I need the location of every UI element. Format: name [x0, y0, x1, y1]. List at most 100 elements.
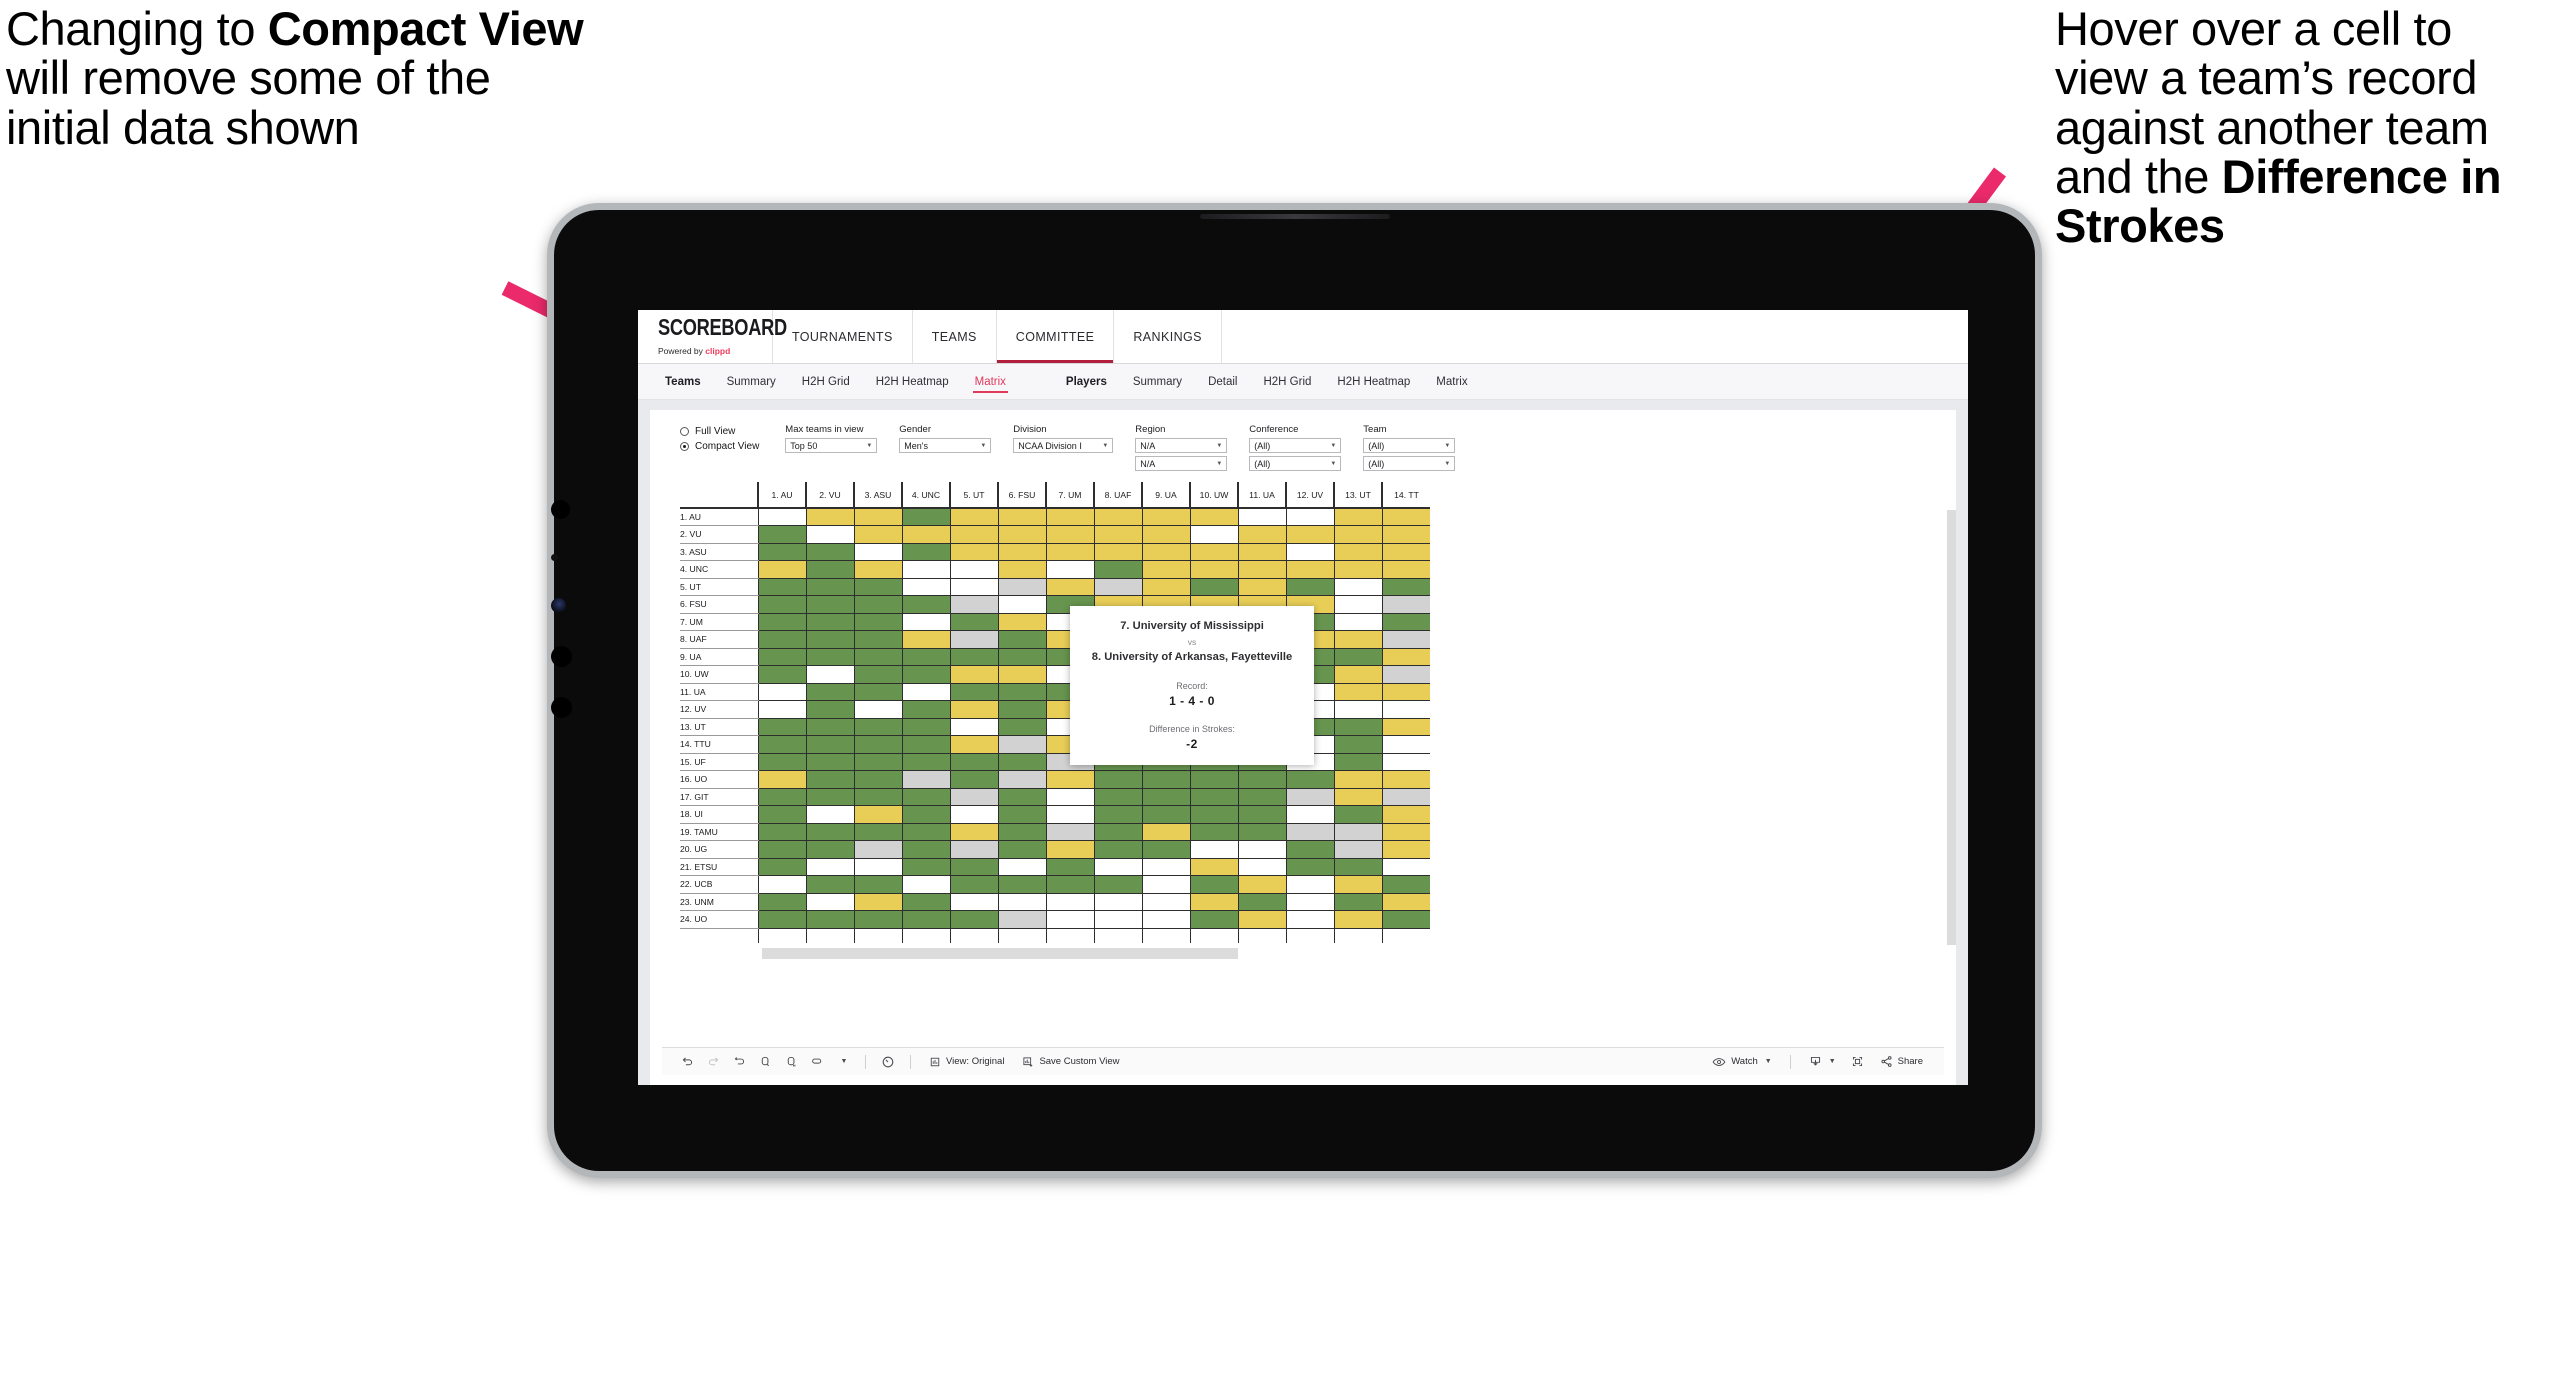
matrix-cell[interactable] — [853, 630, 902, 649]
save-custom-view-button[interactable]: Save Custom View — [1013, 1056, 1128, 1068]
matrix-cell[interactable] — [1285, 805, 1334, 824]
matrix-cell[interactable] — [1237, 508, 1286, 526]
highlight-icon[interactable] — [804, 1051, 830, 1073]
matrix-cell[interactable] — [757, 893, 806, 911]
matrix-cell[interactable] — [1381, 648, 1430, 666]
matrix-cell[interactable] — [901, 595, 950, 614]
matrix-cell[interactable] — [949, 788, 998, 806]
matrix-cell[interactable] — [853, 840, 902, 859]
matrix-cell[interactable] — [1045, 770, 1094, 789]
matrix-cell[interactable] — [1093, 840, 1142, 859]
matrix-cell[interactable] — [757, 578, 806, 596]
matrix-cell[interactable] — [1189, 823, 1238, 841]
matrix-cell[interactable] — [901, 910, 950, 929]
matrix-cell[interactable] — [1381, 805, 1430, 824]
select-team-2[interactable]: (All) ▼ — [1363, 456, 1456, 471]
matrix-cell[interactable] — [1285, 578, 1334, 596]
subnav-players-summary[interactable]: Summary — [1120, 364, 1195, 399]
matrix-cell[interactable] — [1189, 805, 1238, 824]
matrix-cell[interactable] — [853, 718, 902, 736]
matrix-cell[interactable] — [1237, 875, 1286, 894]
matrix-cell[interactable] — [1093, 560, 1142, 579]
matrix-cell[interactable] — [1285, 910, 1334, 929]
matrix-cell[interactable] — [1045, 858, 1094, 876]
matrix-cell[interactable] — [901, 858, 950, 876]
topnav-tournaments[interactable]: TOURNAMENTS — [773, 310, 913, 363]
matrix-cell[interactable] — [853, 893, 902, 911]
matrix-cell[interactable] — [853, 665, 902, 684]
matrix-cell[interactable] — [1333, 543, 1382, 561]
matrix-cell[interactable] — [1045, 910, 1094, 929]
matrix-cell[interactable] — [949, 595, 998, 614]
matrix-cell[interactable] — [853, 823, 902, 841]
matrix-cell[interactable] — [1381, 700, 1430, 719]
tablet-button-1[interactable] — [551, 500, 570, 519]
matrix-cell[interactable] — [997, 753, 1046, 771]
matrix-cell[interactable] — [853, 910, 902, 929]
matrix-cell[interactable] — [853, 753, 902, 771]
matrix-cell[interactable] — [1045, 788, 1094, 806]
matrix-cell[interactable] — [757, 753, 806, 771]
matrix-cell[interactable] — [1333, 735, 1382, 754]
matrix-cell[interactable] — [1093, 508, 1142, 526]
share-button[interactable]: Share — [1871, 1055, 1932, 1068]
matrix-cell[interactable] — [997, 770, 1046, 789]
matrix-cell[interactable] — [1381, 823, 1430, 841]
matrix-cell[interactable] — [1333, 525, 1382, 544]
matrix-cell[interactable] — [1381, 613, 1430, 631]
matrix-cell[interactable] — [997, 700, 1046, 719]
subnav-players-detail[interactable]: Detail — [1195, 364, 1250, 399]
matrix-cell[interactable] — [805, 823, 854, 841]
matrix-cell[interactable] — [1141, 805, 1190, 824]
matrix-cell[interactable] — [1381, 875, 1430, 894]
matrix-cell[interactable] — [805, 858, 854, 876]
matrix-cell[interactable] — [1093, 578, 1142, 596]
matrix-cell[interactable] — [949, 508, 998, 526]
matrix-cell[interactable] — [805, 805, 854, 824]
matrix-cell[interactable] — [997, 823, 1046, 841]
matrix-cell[interactable] — [1189, 770, 1238, 789]
matrix-cell[interactable] — [1381, 595, 1430, 614]
matrix-cell[interactable] — [901, 718, 950, 736]
matrix-cell[interactable] — [997, 805, 1046, 824]
matrix-cell[interactable] — [853, 858, 902, 876]
revert-icon[interactable] — [726, 1051, 752, 1073]
matrix-cell[interactable] — [805, 893, 854, 911]
matrix-cell[interactable] — [901, 508, 950, 526]
matrix-cell[interactable] — [805, 753, 854, 771]
matrix-cell[interactable] — [949, 770, 998, 789]
matrix-cell[interactable] — [949, 858, 998, 876]
undo-icon[interactable] — [674, 1051, 700, 1073]
matrix-cell[interactable] — [949, 700, 998, 719]
subnav-teams-matrix[interactable]: Matrix — [962, 364, 1019, 399]
matrix-cell[interactable] — [805, 665, 854, 684]
matrix-cell[interactable] — [1333, 700, 1382, 719]
matrix-cell[interactable] — [997, 613, 1046, 631]
matrix-cell[interactable] — [901, 823, 950, 841]
matrix-cell[interactable] — [901, 665, 950, 684]
matrix-cell[interactable] — [901, 840, 950, 859]
matrix-cell[interactable] — [1189, 875, 1238, 894]
matrix-cell[interactable] — [1141, 910, 1190, 929]
matrix-cell[interactable] — [1189, 543, 1238, 561]
matrix-cell[interactable] — [1285, 560, 1334, 579]
matrix-cell[interactable] — [853, 595, 902, 614]
matrix-cell[interactable] — [1189, 525, 1238, 544]
matrix-cell[interactable] — [1333, 875, 1382, 894]
matrix-cell[interactable] — [949, 665, 998, 684]
matrix-cell[interactable] — [949, 543, 998, 561]
matrix-cell[interactable] — [949, 910, 998, 929]
matrix-cell[interactable] — [1333, 858, 1382, 876]
matrix-cell[interactable] — [1381, 578, 1430, 596]
select-division[interactable]: NCAA Division I ▼ — [1013, 438, 1114, 453]
matrix-cell[interactable] — [853, 508, 902, 526]
topnav-rankings[interactable]: RANKINGS — [1114, 310, 1222, 363]
matrix-cell[interactable] — [997, 648, 1046, 666]
matrix-cell[interactable] — [757, 805, 806, 824]
matrix-cell[interactable] — [757, 595, 806, 614]
matrix-cell[interactable] — [1141, 840, 1190, 859]
matrix-cell[interactable] — [1381, 840, 1430, 859]
matrix-cell[interactable] — [853, 560, 902, 579]
select-region-2[interactable]: N/A ▼ — [1135, 456, 1228, 471]
matrix-cell[interactable] — [1141, 823, 1190, 841]
